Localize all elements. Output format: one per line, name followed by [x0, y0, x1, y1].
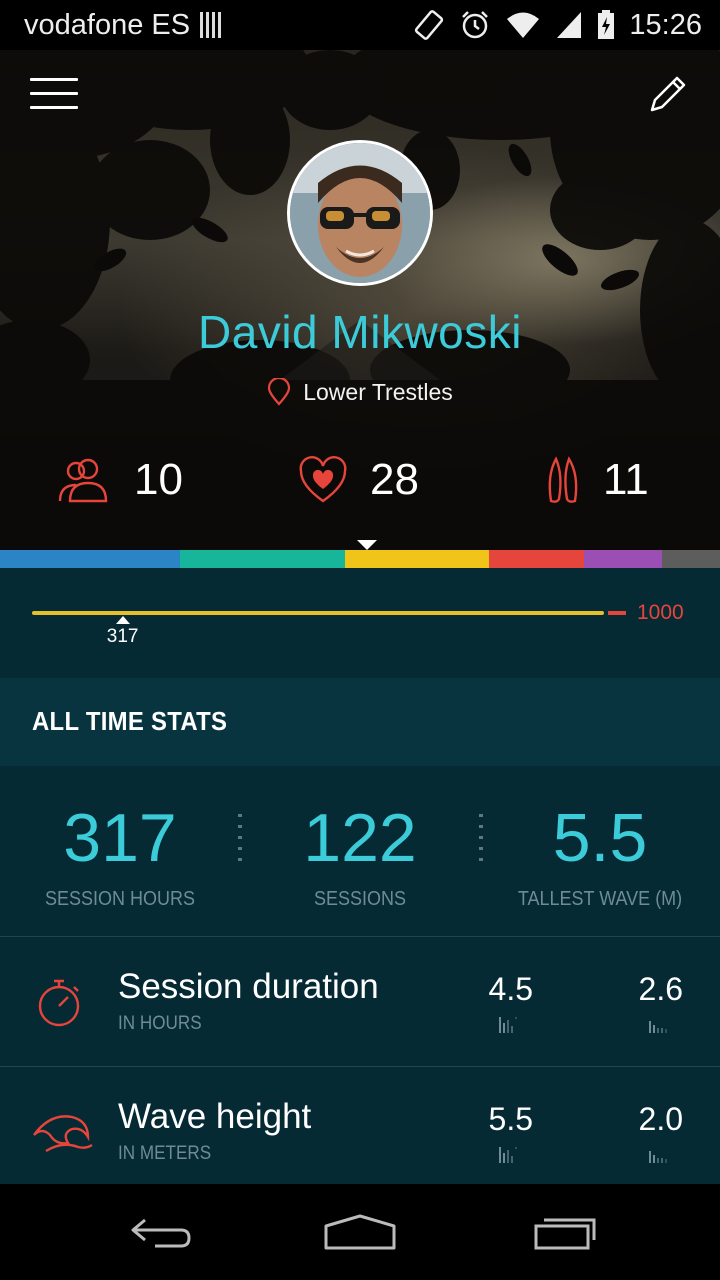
- progress-section: 1000 317: [0, 568, 720, 678]
- status-icons: 15:26: [413, 9, 702, 42]
- level-segment: [345, 550, 489, 568]
- navigation-bar: [0, 1184, 720, 1280]
- alarm-icon: [462, 11, 489, 39]
- progress-end: [608, 611, 626, 615]
- hamburger-menu-icon: [30, 78, 78, 109]
- progress-max: 1000: [637, 601, 684, 624]
- tallest-wave-stat: 5.5 TALLEST WAVE (M): [480, 796, 720, 911]
- all-time-stats: 317 SESSION HOURS 122 SESSIONS 5.5 TALLE…: [0, 766, 720, 936]
- all-time-header: ALL TIME STATS: [0, 678, 720, 766]
- location[interactable]: Lower Trestles: [0, 378, 720, 406]
- metric-value: 4.5: [488, 971, 533, 1007]
- stat-label: SESSIONS: [313, 888, 407, 910]
- stat-value: 122: [303, 800, 417, 876]
- boards-stat[interactable]: 11: [545, 455, 649, 505]
- wifi-icon: [507, 12, 540, 38]
- section-title: ALL TIME STATS: [32, 706, 228, 736]
- stat-label: SESSION HOURS: [44, 888, 196, 910]
- level-segment: [584, 550, 662, 568]
- session-duration-row[interactable]: Session duration IN HOURS 4.5 2.6: [0, 936, 720, 1066]
- back-icon: [131, 1218, 191, 1248]
- metric-subtitle: IN HOURS: [118, 1013, 202, 1034]
- friends-stat[interactable]: 10: [56, 455, 183, 505]
- screen-rotation-icon: [415, 10, 444, 40]
- carrier-name: vodafone ES: [24, 8, 191, 41]
- metric-title: Session duration: [118, 967, 379, 1006]
- map-pin-icon: [268, 378, 291, 406]
- wave-icon: [33, 1115, 93, 1153]
- clock: 15:26: [629, 8, 702, 41]
- friends-icon: [58, 458, 108, 503]
- recent-apps-icon: [534, 1218, 596, 1250]
- home-button[interactable]: [315, 1204, 405, 1260]
- progress-marker: [115, 616, 130, 624]
- recent-apps-button[interactable]: [518, 1204, 608, 1260]
- session-hours-stat: 317 SESSION HOURS: [0, 796, 240, 911]
- back-button[interactable]: [115, 1204, 205, 1260]
- likes-stat[interactable]: 28: [298, 455, 419, 505]
- bars-icon: [649, 1021, 667, 1033]
- likes-count: 28: [370, 455, 419, 504]
- level-segment: [489, 550, 584, 568]
- level-segment: [0, 550, 180, 568]
- pencil-icon[interactable]: [646, 72, 690, 116]
- bars-icon: [499, 1017, 517, 1033]
- sessions-stat: 122 SESSIONS: [240, 796, 480, 911]
- metric-subtitle: IN METERS: [118, 1143, 212, 1164]
- metric-value: 2.0: [638, 1101, 683, 1137]
- carrier: vodafone ES: [24, 9, 413, 42]
- avatar[interactable]: [287, 140, 433, 286]
- bars-icon: [499, 1147, 517, 1163]
- battery-charging-icon: [598, 10, 615, 39]
- avatar-photo: [290, 143, 430, 283]
- boards-count: 11: [603, 455, 649, 504]
- level-pointer: [357, 540, 377, 550]
- sim-icon: [200, 12, 222, 38]
- surfboard-icon: [548, 456, 578, 503]
- wave-height-row[interactable]: Wave height IN METERS 5.5 2.0: [0, 1066, 720, 1184]
- metric-title: Wave height: [118, 1097, 312, 1136]
- metric-value: 5.5: [488, 1101, 533, 1137]
- level-segment: [662, 550, 720, 568]
- stat-value: 317: [63, 800, 177, 876]
- heart-badge-icon: [299, 456, 347, 503]
- status-bar: vodafone ES 15:26: [0, 0, 720, 50]
- bars-icon: [649, 1151, 667, 1163]
- stat-value: 5.5: [552, 800, 648, 876]
- user-name: David Mikwoski: [198, 306, 522, 358]
- signal-icon: [557, 12, 582, 38]
- profile-hero: David Mikwoski Lower Trestles 10 28 11: [0, 50, 720, 550]
- progress-track: [32, 611, 604, 615]
- level-band: [0, 550, 720, 568]
- stopwatch-icon: [38, 979, 80, 1027]
- location-label: Lower Trestles: [303, 378, 453, 405]
- home-icon: [324, 1214, 396, 1250]
- progress-value: 317: [106, 626, 139, 647]
- profile-stats: 10 28 11: [0, 455, 720, 515]
- level-segment: [180, 550, 345, 568]
- friends-count: 10: [134, 455, 183, 504]
- metric-value: 2.6: [638, 971, 683, 1007]
- menu-button[interactable]: [30, 78, 78, 112]
- stat-label: TALLEST WAVE (M): [517, 888, 683, 910]
